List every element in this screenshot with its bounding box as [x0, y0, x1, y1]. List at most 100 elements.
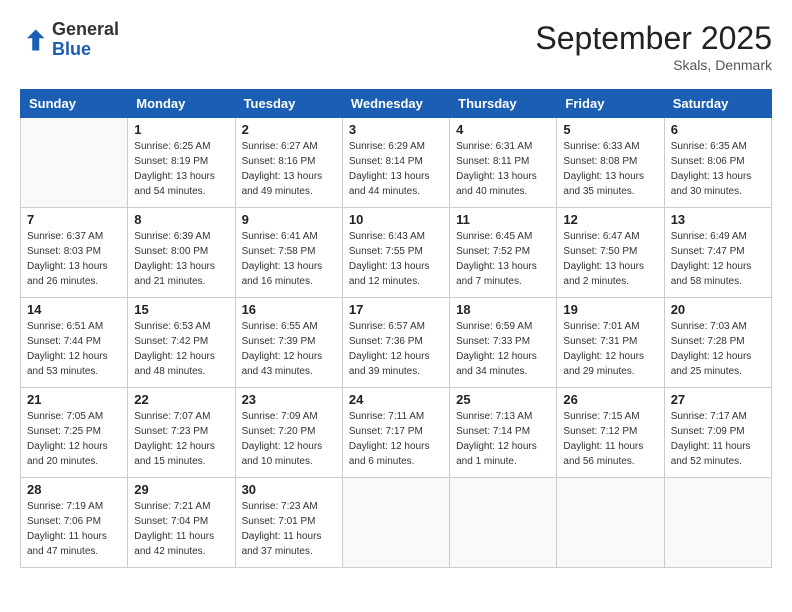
day-number: 3 [349, 122, 443, 137]
calendar-cell: 23 Sunrise: 7:09 AM Sunset: 7:20 PM Dayli… [235, 388, 342, 478]
calendar-cell: 8 Sunrise: 6:39 AM Sunset: 8:00 PM Daylig… [128, 208, 235, 298]
day-number: 25 [456, 392, 550, 407]
calendar-cell: 1Sunrise: 6:25 AM Sunset: 8:19 PM Daylig… [128, 118, 235, 208]
calendar-cell: 26 Sunrise: 7:15 AM Sunset: 7:12 PM Dayli… [557, 388, 664, 478]
calendar-cell: 14 Sunrise: 6:51 AM Sunset: 7:44 PM Dayli… [21, 298, 128, 388]
calendar-cell: 24 Sunrise: 7:11 AM Sunset: 7:17 PM Dayli… [342, 388, 449, 478]
day-number: 19 [563, 302, 657, 317]
calendar-cell: 2 Sunrise: 6:27 AM Sunset: 8:16 PM Daylig… [235, 118, 342, 208]
day-info: Sunrise: 6:27 AM Sunset: 8:16 PM Dayligh… [242, 139, 336, 199]
calendar-cell: 11Sunrise: 6:45 AM Sunset: 7:52 PM Dayli… [450, 208, 557, 298]
weekday-header-sunday: Sunday [21, 90, 128, 118]
calendar-week-row: 7Sunrise: 6:37 AM Sunset: 8:03 PM Daylig… [21, 208, 772, 298]
day-info: Sunrise: 6:59 AM Sunset: 7:33 PM Dayligh… [456, 319, 550, 379]
day-number: 30 [242, 482, 336, 497]
weekday-header-monday: Monday [128, 90, 235, 118]
calendar-cell: 25Sunrise: 7:13 AM Sunset: 7:14 PM Dayli… [450, 388, 557, 478]
day-info: Sunrise: 7:11 AM Sunset: 7:17 PM Dayligh… [349, 409, 443, 469]
location-label: Skals, Denmark [535, 57, 772, 73]
day-info: Sunrise: 7:21 AM Sunset: 7:04 PM Dayligh… [134, 499, 228, 559]
calendar-cell: 28Sunrise: 7:19 AM Sunset: 7:06 PM Dayli… [21, 478, 128, 568]
weekday-header-thursday: Thursday [450, 90, 557, 118]
day-number: 6 [671, 122, 765, 137]
calendar-cell: 10 Sunrise: 6:43 AM Sunset: 7:55 PM Dayli… [342, 208, 449, 298]
day-number: 22 [134, 392, 228, 407]
weekday-header-saturday: Saturday [664, 90, 771, 118]
logo-general: General [52, 19, 119, 39]
day-info: Sunrise: 7:03 AM Sunset: 7:28 PM Dayligh… [671, 319, 765, 379]
day-number: 11 [456, 212, 550, 227]
day-number: 29 [134, 482, 228, 497]
page-header: General Blue September 2025 Skals, Denma… [20, 20, 772, 73]
calendar-cell [342, 478, 449, 568]
day-number: 2 [242, 122, 336, 137]
calendar-week-row: 21Sunrise: 7:05 AM Sunset: 7:25 PM Dayli… [21, 388, 772, 478]
calendar-cell: 9Sunrise: 6:41 AM Sunset: 7:58 PM Daylig… [235, 208, 342, 298]
logo-icon [20, 26, 48, 54]
day-number: 10 [349, 212, 443, 227]
title-section: September 2025 Skals, Denmark [535, 20, 772, 73]
day-info: Sunrise: 7:17 AM Sunset: 7:09 PM Dayligh… [671, 409, 765, 469]
day-number: 26 [563, 392, 657, 407]
day-info: Sunrise: 6:31 AM Sunset: 8:11 PM Dayligh… [456, 139, 550, 199]
calendar-cell [664, 478, 771, 568]
calendar-week-row: 14 Sunrise: 6:51 AM Sunset: 7:44 PM Dayli… [21, 298, 772, 388]
day-number: 1 [134, 122, 228, 137]
day-info: Sunrise: 7:15 AM Sunset: 7:12 PM Dayligh… [563, 409, 657, 469]
day-number: 27 [671, 392, 765, 407]
day-info: Sunrise: 6:43 AM Sunset: 7:55 PM Dayligh… [349, 229, 443, 289]
calendar-cell: 18 Sunrise: 6:59 AM Sunset: 7:33 PM Dayli… [450, 298, 557, 388]
calendar-cell: 22Sunrise: 7:07 AM Sunset: 7:23 PM Dayli… [128, 388, 235, 478]
day-number: 14 [27, 302, 121, 317]
weekday-header-row: SundayMondayTuesdayWednesdayThursdayFrid… [21, 90, 772, 118]
day-number: 16 [242, 302, 336, 317]
day-info: Sunrise: 6:55 AM Sunset: 7:39 PM Dayligh… [242, 319, 336, 379]
calendar-week-row: 28Sunrise: 7:19 AM Sunset: 7:06 PM Dayli… [21, 478, 772, 568]
calendar-cell: 7Sunrise: 6:37 AM Sunset: 8:03 PM Daylig… [21, 208, 128, 298]
weekday-header-friday: Friday [557, 90, 664, 118]
day-number: 20 [671, 302, 765, 317]
day-number: 12 [563, 212, 657, 227]
calendar-cell: 5 Sunrise: 6:33 AM Sunset: 8:08 PM Daylig… [557, 118, 664, 208]
calendar-cell: 13Sunrise: 6:49 AM Sunset: 7:47 PM Dayli… [664, 208, 771, 298]
day-info: Sunrise: 6:41 AM Sunset: 7:58 PM Dayligh… [242, 229, 336, 289]
day-info: Sunrise: 6:37 AM Sunset: 8:03 PM Dayligh… [27, 229, 121, 289]
day-number: 18 [456, 302, 550, 317]
calendar-cell: 27 Sunrise: 7:17 AM Sunset: 7:09 PM Dayli… [664, 388, 771, 478]
day-info: Sunrise: 6:51 AM Sunset: 7:44 PM Dayligh… [27, 319, 121, 379]
calendar-cell [21, 118, 128, 208]
calendar-cell: 20 Sunrise: 7:03 AM Sunset: 7:28 PM Dayli… [664, 298, 771, 388]
weekday-header-tuesday: Tuesday [235, 90, 342, 118]
calendar-cell: 16 Sunrise: 6:55 AM Sunset: 7:39 PM Dayli… [235, 298, 342, 388]
day-number: 8 [134, 212, 228, 227]
calendar-cell: 4Sunrise: 6:31 AM Sunset: 8:11 PM Daylig… [450, 118, 557, 208]
day-info: Sunrise: 6:49 AM Sunset: 7:47 PM Dayligh… [671, 229, 765, 289]
calendar-cell: 17 Sunrise: 6:57 AM Sunset: 7:36 PM Dayli… [342, 298, 449, 388]
day-info: Sunrise: 6:39 AM Sunset: 8:00 PM Dayligh… [134, 229, 228, 289]
day-number: 17 [349, 302, 443, 317]
logo: General Blue [20, 20, 119, 60]
day-info: Sunrise: 6:35 AM Sunset: 8:06 PM Dayligh… [671, 139, 765, 199]
calendar-cell: 19 Sunrise: 7:01 AM Sunset: 7:31 PM Dayli… [557, 298, 664, 388]
day-number: 24 [349, 392, 443, 407]
calendar-cell: 6 Sunrise: 6:35 AM Sunset: 8:06 PM Daylig… [664, 118, 771, 208]
day-number: 15 [134, 302, 228, 317]
logo-blue-text: Blue [52, 39, 91, 59]
day-number: 5 [563, 122, 657, 137]
calendar-cell: 12 Sunrise: 6:47 AM Sunset: 7:50 PM Dayli… [557, 208, 664, 298]
day-info: Sunrise: 7:09 AM Sunset: 7:20 PM Dayligh… [242, 409, 336, 469]
month-title: September 2025 [535, 20, 772, 57]
calendar-body: 1Sunrise: 6:25 AM Sunset: 8:19 PM Daylig… [21, 118, 772, 568]
calendar-cell: 30Sunrise: 7:23 AM Sunset: 7:01 PM Dayli… [235, 478, 342, 568]
day-info: Sunrise: 6:33 AM Sunset: 8:08 PM Dayligh… [563, 139, 657, 199]
calendar-week-row: 1Sunrise: 6:25 AM Sunset: 8:19 PM Daylig… [21, 118, 772, 208]
day-number: 23 [242, 392, 336, 407]
day-number: 21 [27, 392, 121, 407]
calendar-cell: 29 Sunrise: 7:21 AM Sunset: 7:04 PM Dayli… [128, 478, 235, 568]
day-info: Sunrise: 6:47 AM Sunset: 7:50 PM Dayligh… [563, 229, 657, 289]
day-info: Sunrise: 6:29 AM Sunset: 8:14 PM Dayligh… [349, 139, 443, 199]
calendar-header: SundayMondayTuesdayWednesdayThursdayFrid… [21, 90, 772, 118]
day-info: Sunrise: 7:01 AM Sunset: 7:31 PM Dayligh… [563, 319, 657, 379]
day-info: Sunrise: 6:57 AM Sunset: 7:36 PM Dayligh… [349, 319, 443, 379]
calendar-cell: 15Sunrise: 6:53 AM Sunset: 7:42 PM Dayli… [128, 298, 235, 388]
